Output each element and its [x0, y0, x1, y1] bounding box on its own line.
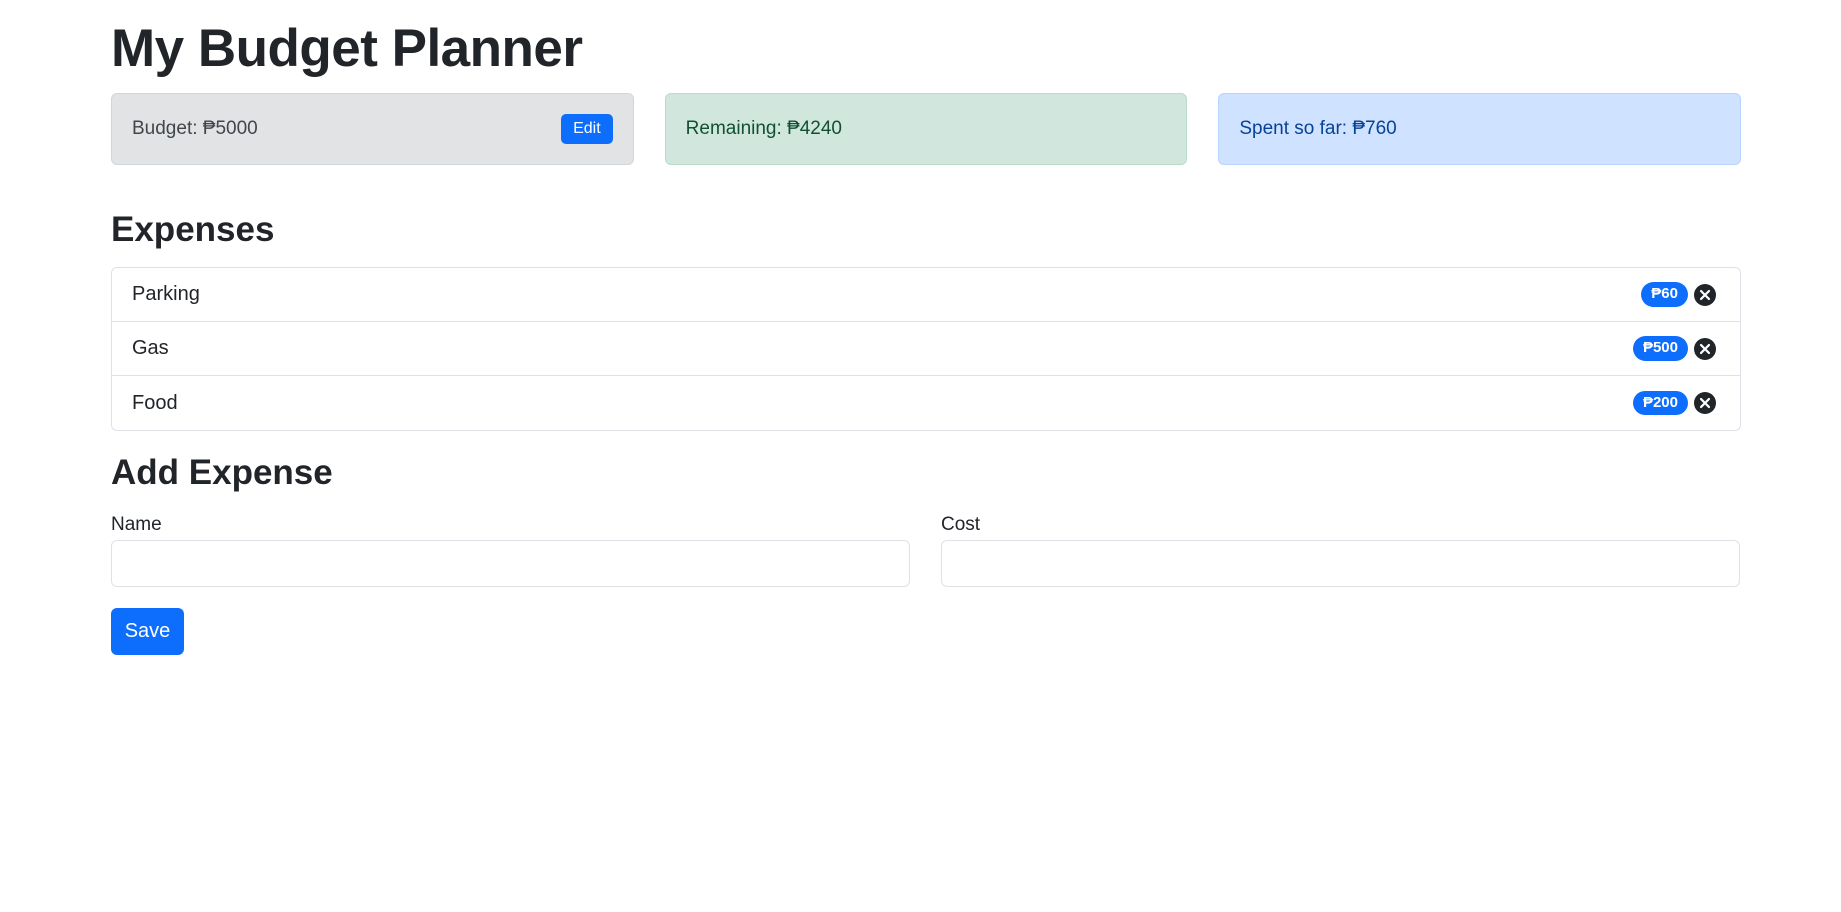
add-expense-title: Add Expense: [111, 453, 333, 492]
expense-item: Parking ₱60: [112, 268, 1740, 322]
expense-item: Gas ₱500: [112, 322, 1740, 376]
expense-cost-badge: ₱500: [1632, 336, 1688, 361]
expense-controls: ₱60: [1641, 282, 1716, 307]
close-circle-icon[interactable]: [1694, 392, 1716, 414]
remaining-card: Remaining: ₱4240: [664, 93, 1188, 165]
name-label: Name: [111, 514, 162, 535]
expense-item: Food ₱200: [112, 376, 1740, 430]
budget-card: Budget: ₱5000 Edit: [111, 93, 634, 165]
cost-input[interactable]: [941, 540, 1740, 587]
name-group: Name: [111, 513, 910, 587]
add-expense-form: Name Cost: [111, 513, 1741, 587]
expenses-title: Expenses: [111, 210, 275, 249]
expense-controls: ₱500: [1632, 336, 1716, 361]
remaining-label: Remaining: ₱4240: [685, 118, 842, 139]
cost-label: Cost: [941, 514, 981, 535]
spent-label: Spent so far: ₱760: [1239, 118, 1397, 139]
expense-name: Gas: [132, 337, 169, 359]
expense-cost-badge: ₱60: [1641, 282, 1688, 307]
close-circle-icon[interactable]: [1694, 337, 1716, 360]
expense-name: Parking: [132, 283, 200, 305]
save-button[interactable]: Save: [111, 608, 184, 655]
expense-controls: ₱200: [1632, 390, 1716, 416]
edit-budget-button[interactable]: Edit: [561, 114, 613, 144]
name-input[interactable]: [111, 540, 910, 587]
page-title: My Budget Planner: [111, 19, 583, 78]
expense-cost-badge: ₱200: [1632, 390, 1688, 416]
expense-name: Food: [132, 391, 178, 414]
expense-list: Parking ₱60 Gas ₱500 Food ₱200: [111, 267, 1741, 431]
summary-cards: Budget: ₱5000 Edit Remaining: ₱4240 Spen…: [111, 93, 1742, 165]
cost-group: Cost: [941, 513, 1740, 587]
budget-label: Budget: ₱5000: [132, 118, 258, 139]
spent-card: Spent so far: ₱760: [1218, 93, 1742, 165]
app-container: My Budget Planner Budget: ₱5000 Edit Rem…: [111, 0, 1742, 655]
close-circle-icon[interactable]: [1694, 283, 1716, 306]
